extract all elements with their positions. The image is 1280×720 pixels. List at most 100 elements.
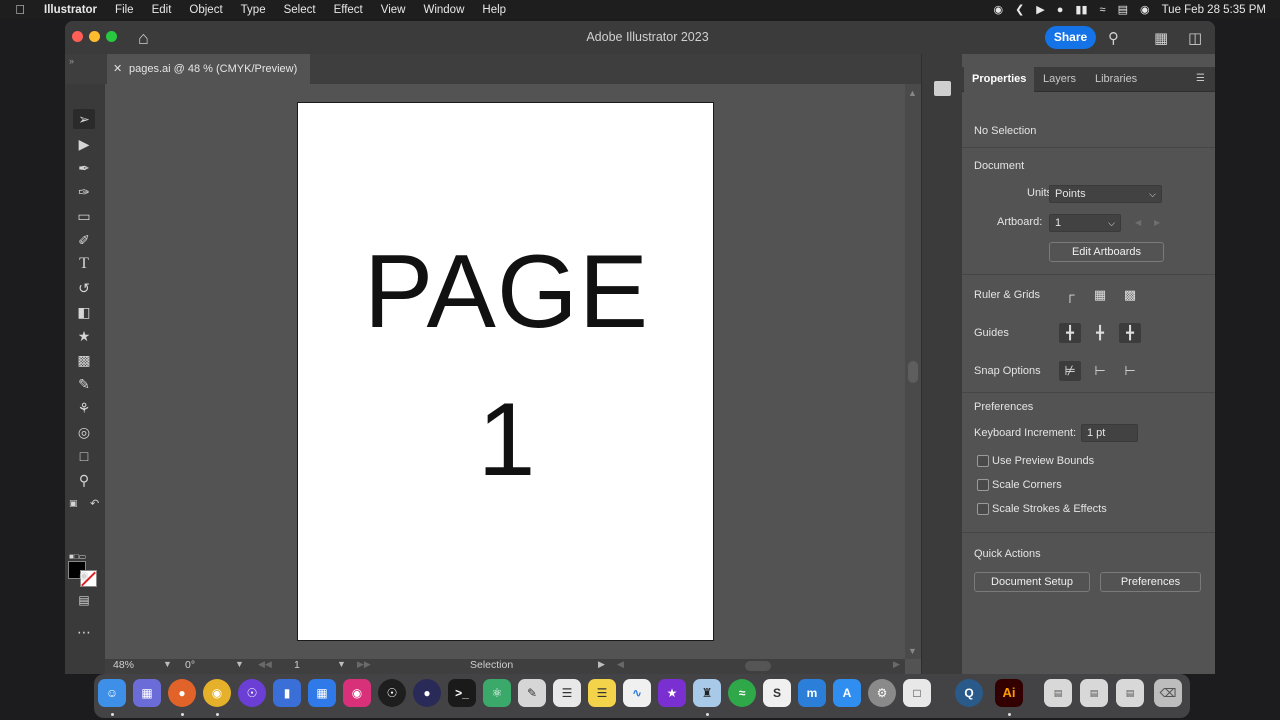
swap-colors-icon[interactable]: ↶ [90,497,99,510]
document-setup-button[interactable]: Document Setup [974,572,1090,592]
collapse-toolbar-icon[interactable]: » [69,56,74,66]
tab-properties[interactable]: Properties [964,67,1035,92]
recent-document-thumbnail[interactable]: ▤ [1044,679,1072,707]
microphone-icon[interactable]: ● [1057,4,1064,16]
horizontal-scroll-thumb[interactable] [745,661,771,671]
type-tool-icon[interactable]: T [73,254,95,274]
shape-builder-tool-icon[interactable]: ◎ [73,422,95,442]
lock-guides-icon[interactable]: ╋ [1089,323,1111,343]
scale-corners-label[interactable]: Scale Corners [992,479,1062,491]
draw-mode-icon[interactable]: ◉ [73,566,95,586]
artboard-navigator[interactable]: 1 [294,659,300,671]
menu-view[interactable]: View [372,4,415,16]
artboard-text-page[interactable]: PAGE [298,240,715,344]
menu-effect[interactable]: Effect [325,4,372,16]
artboard-tool-icon[interactable]: □ [73,446,95,466]
chrome-icon[interactable]: ◉ [203,679,231,707]
recent-document-thumbnail[interactable]: ▤ [1116,679,1144,707]
illustrator-dock-icon[interactable]: Ai [995,679,1023,707]
screen-mode-icon[interactable]: ▤ [73,590,95,610]
notes-icon[interactable]: ☰ [588,679,616,707]
selection-tool-icon[interactable]: ➢ [73,109,95,129]
trash-icon[interactable]: ⌫ [1154,679,1182,707]
rectangle-tool-icon[interactable]: ▭ [73,206,95,226]
launchpad-icon[interactable]: ▦ [133,679,161,707]
transparency-grid-icon[interactable]: ▩ [1119,285,1141,305]
terminal-icon[interactable]: >_ [448,679,476,707]
script-editor-icon[interactable]: ✎ [518,679,546,707]
apple-icon[interactable]:  [0,2,40,17]
rotation-dropdown-icon[interactable]: ▼ [235,659,244,669]
spotify-icon[interactable]: ≈ [728,679,756,707]
control-center-icon[interactable]: ▤ [1118,3,1128,16]
tab-libraries[interactable]: Libraries [1095,67,1137,92]
curvature-tool-icon[interactable]: ✑ [73,182,95,202]
rulers-icon[interactable]: ┌ [1059,285,1081,305]
artboard[interactable]: PAGE 1 [297,102,714,641]
canvas-area[interactable]: PAGE 1 [105,84,905,659]
reader-app-icon[interactable]: ♜ [693,679,721,707]
play-icon[interactable]: ▶ [1036,3,1044,16]
close-tab-icon[interactable]: ✕ [113,54,122,84]
color-mode-icon[interactable]: ■□▭ [69,552,86,561]
snap-to-point-icon[interactable]: ⊭ [1059,361,1081,381]
siri-icon[interactable]: ◉ [1140,3,1150,16]
gradient-tool-icon[interactable]: ▩ [73,350,95,370]
menu-window[interactable]: Window [414,4,473,16]
edit-artboards-button[interactable]: Edit Artboards [1049,242,1164,262]
atom-icon[interactable]: ⚛ [483,679,511,707]
scale-strokes-effects-label[interactable]: Scale Strokes & Effects [992,503,1107,515]
blend-tool-icon[interactable]: ⚘ [73,398,95,418]
tab-layers[interactable]: Layers [1043,67,1076,92]
search-icon[interactable]: ⚲ [1108,29,1119,47]
eraser-tool-icon[interactable]: ◧ [73,302,95,322]
menu-file[interactable]: File [106,4,143,16]
podcasts-icon[interactable]: ☉ [238,679,266,707]
scale-corners-checkbox[interactable] [977,479,989,491]
artboard-dropdown-icon[interactable]: ▼ [337,659,346,669]
vertical-scroll-thumb[interactable] [908,361,918,383]
app-store-icon[interactable]: A [833,679,861,707]
eyedropper-tool-icon[interactable]: ✎ [73,374,95,394]
freeform-icon[interactable]: ∿ [623,679,651,707]
screen-recorder-icon[interactable]: ● [413,679,441,707]
business-app-icon[interactable]: ★ [658,679,686,707]
recent-document-thumbnail[interactable]: ▤ [1080,679,1108,707]
next-artboard-icon[interactable]: ▶▶ [357,659,371,670]
default-colors-icon[interactable]: ▣ [69,498,78,509]
puppet-warp-tool-icon[interactable]: ★ [73,326,95,346]
rotate-tool-icon[interactable]: ↺ [73,278,95,298]
panel-toggle-icon[interactable]: ◫ [1188,29,1202,47]
zoom-level[interactable]: 48% [113,659,134,671]
menubar-clock[interactable]: Tue Feb 28 5:35 PM [1162,4,1266,16]
first-artboard-icon[interactable]: ◀◀ [258,659,272,670]
preferences-button[interactable]: Preferences [1100,572,1201,592]
menu-type[interactable]: Type [232,4,275,16]
quicktime-icon[interactable]: Q [955,679,983,707]
snap-to-pixel-icon[interactable]: ⊢ [1089,361,1111,381]
more-tools-icon[interactable]: ⋯ [73,622,95,642]
firefox-icon[interactable]: ● [168,679,196,707]
zoom-tool-icon[interactable]: ⚲ [73,470,95,490]
snap-to-glyph-icon[interactable]: ⊢ [1119,361,1141,381]
finder-icon[interactable]: ☺ [98,679,126,707]
system-settings-icon[interactable]: ⚙ [868,679,896,707]
previous-artboard-icon[interactable]: ◀ [1135,218,1141,227]
artboard-select[interactable]: 1 ⌵ [1049,214,1121,232]
battery-icon[interactable]: ▮▮ [1075,3,1087,16]
menu-help[interactable]: Help [473,4,515,16]
use-preview-bounds-label[interactable]: Use Preview Bounds [992,455,1094,467]
document-tab[interactable]: ✕ pages.ai @ 48 % (CMYK/Preview) [107,54,310,84]
artboard-text-number[interactable]: 1 [298,388,715,492]
direct-selection-tool-icon[interactable]: ▶ [73,134,95,154]
obs-icon[interactable]: ☉ [378,679,406,707]
grid-icon[interactable]: ▦ [1089,285,1111,305]
textedit-icon[interactable]: ☰ [553,679,581,707]
menu-object[interactable]: Object [180,4,231,16]
musescore-icon[interactable]: m [798,679,826,707]
paintbrush-tool-icon[interactable]: ✐ [73,230,95,250]
panel-menu-icon[interactable]: ☰ [1196,73,1205,84]
numbers-icon[interactable]: ▮ [273,679,301,707]
use-preview-bounds-checkbox[interactable] [977,455,989,467]
scroll-down-icon[interactable]: ▼ [908,646,917,656]
